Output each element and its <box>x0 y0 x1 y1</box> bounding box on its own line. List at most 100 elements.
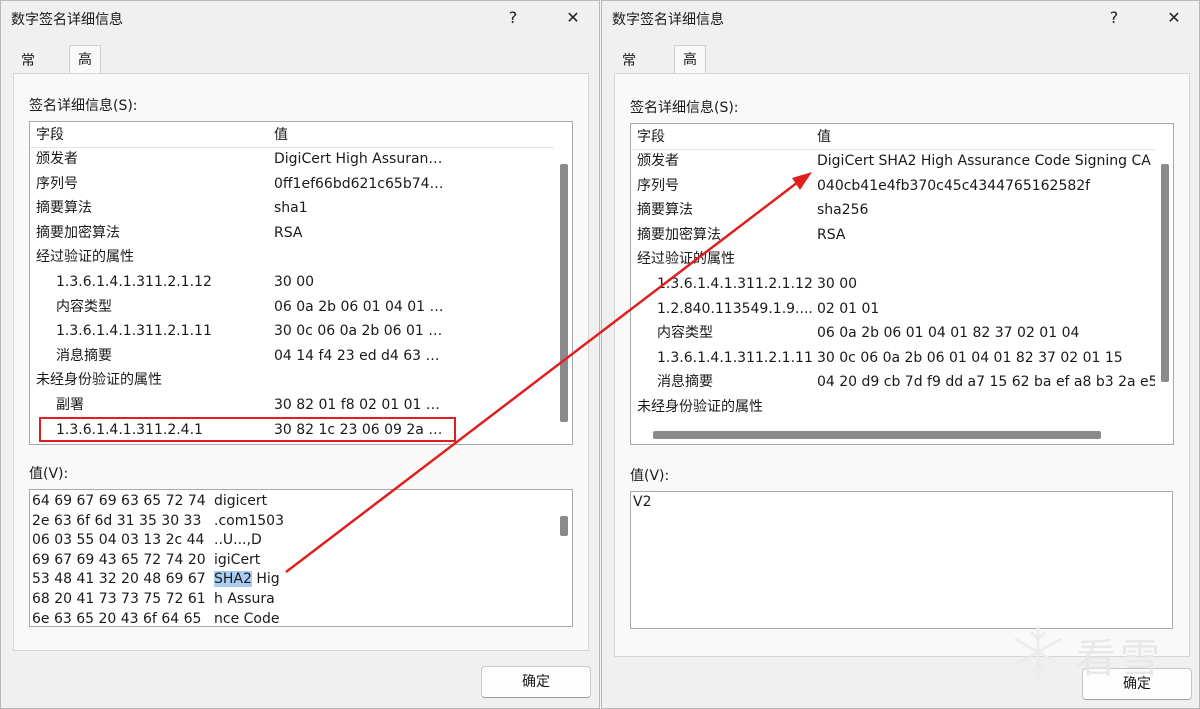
hex-line: 68 20 41 73 73 75 72 61 h Assura <box>32 589 532 609</box>
hex-bytes: 69 67 69 43 65 72 74 20 <box>32 551 206 568</box>
hex-bytes: 64 69 67 69 63 65 72 74 <box>32 493 206 509</box>
row-value: 0ff1ef66bd621c65b74… <box>274 175 444 192</box>
hex-line: 53 48 41 32 20 48 69 67 SHA2 Hig <box>32 569 532 589</box>
list-row[interactable]: 消息摘要 04 20 d9 cb 7d f9 dd a7 15 62 ba ef … <box>631 370 1155 394</box>
ok-button[interactable]: 确定 <box>481 666 591 698</box>
titlebar: 数字签名详细信息 ? ✕ <box>1 1 599 35</box>
tab-general[interactable]: 常规 <box>614 49 644 93</box>
list-row[interactable]: 1.3.6.1.4.1.311.2.1.11 30 0c 06 0a 2b 06 … <box>30 319 554 343</box>
signature-details-list[interactable]: 字段 值 颁发者 DigiCert High Assuran… 序列号 0ff1ef6… <box>29 121 573 445</box>
tab-advanced[interactable]: 高级 <box>69 45 101 96</box>
selected-text: SHA2 <box>214 571 252 588</box>
list-row[interactable]: 1.3.6.1.4.1.311.2.1.11 30 0c 06 0a 2b 06 … <box>631 346 1155 370</box>
list-row[interactable]: 未经身份验证的属性 <box>30 368 554 392</box>
hex-ascii: .com1503 <box>214 512 284 529</box>
row-field: 摘要加密算法 <box>36 224 120 241</box>
list-header: 字段 值 <box>631 125 1155 150</box>
list-row[interactable]: 序列号 0ff1ef66bd621c65b74… <box>30 172 554 196</box>
row-field: 颁发者 <box>36 151 78 167</box>
list-row[interactable]: 摘要加密算法 RSA <box>30 221 554 245</box>
list-row[interactable]: 摘要加密算法 RSA <box>631 223 1155 247</box>
vertical-scrollbar[interactable] <box>1155 124 1173 426</box>
list-row[interactable]: 1.2.840.113549.1.9.... 02 01 01 <box>631 297 1155 321</box>
list-row[interactable]: 经过验证的属性 <box>30 245 554 269</box>
column-header-value[interactable]: 值 <box>817 125 831 149</box>
list-row[interactable]: 摘要算法 sha1 <box>30 196 554 220</box>
dialog-title: 数字签名详细信息 <box>11 12 123 28</box>
list-row[interactable]: 1.3.6.1.4.1.311.2.1.12 30 00 <box>631 272 1155 296</box>
scrollbar-thumb[interactable] <box>560 516 568 536</box>
list-row[interactable]: 内容类型 06 0a 2b 06 01 04 01 82 37 02 01 04 <box>631 321 1155 345</box>
left-dialog: 数字签名详细信息 ? ✕ 常规 高级 签名详细信息(S): 字段 值 颁发者 Di… <box>0 0 600 709</box>
row-field: 摘要加密算法 <box>637 226 721 243</box>
row-value: 06 0a 2b 06 01 04 01 … <box>274 298 444 315</box>
scrollbar-thumb[interactable] <box>653 431 1101 439</box>
horizontal-scrollbar[interactable] <box>631 426 1173 444</box>
help-button[interactable]: ? <box>1098 5 1130 31</box>
hex-line: 2e 63 6f 6d 31 35 30 33 .com1503 <box>32 511 532 531</box>
hex-ascii: nce Code <box>214 610 280 627</box>
list-row[interactable]: 颁发者 DigiCert High Assuran… <box>30 147 554 171</box>
hex-bytes: 06 03 55 04 03 13 2c 44 <box>32 532 205 549</box>
row-value: DigiCert SHA2 High Assurance Code Signin… <box>817 153 1151 169</box>
row-field: 序列号 <box>637 177 679 194</box>
scrollbar-thumb[interactable] <box>1161 164 1169 382</box>
row-value: 04 14 f4 23 ed d4 63 … <box>274 347 440 364</box>
value-label: 值(V): <box>630 468 670 484</box>
row-value: RSA <box>817 226 846 243</box>
row-field: 1.3.6.1.4.1.311.2.1.11 <box>657 349 813 366</box>
value-label: 值(V): <box>29 466 69 482</box>
list-row[interactable]: 未经身份验证的属性 <box>631 395 1155 419</box>
list-row[interactable]: 序列号 040cb41e4fb370c45c4344765162582f <box>631 174 1155 198</box>
row-field: 1.3.6.1.4.1.311.2.1.12 <box>56 274 212 290</box>
tab-advanced[interactable]: 高级 <box>674 45 706 96</box>
row-field: 颁发者 <box>637 153 679 169</box>
row-field: 摘要算法 <box>36 200 92 217</box>
column-header-value[interactable]: 值 <box>274 123 288 147</box>
value-hex-box[interactable]: 64 69 67 69 63 65 72 74 digicert 2e 63 6f … <box>29 489 573 627</box>
list-row[interactable]: 消息摘要 04 14 f4 23 ed d4 63 … <box>30 344 554 368</box>
list-row[interactable]: 经过验证的属性 <box>631 247 1155 271</box>
watermark: 看雪 <box>1006 618 1186 688</box>
dialog-title: 数字签名详细信息 <box>612 12 724 28</box>
hex-bytes: 2e 63 6f 6d 31 35 30 33 <box>32 512 202 529</box>
list-row[interactable]: 副署 30 82 01 f8 02 01 01 … <box>30 393 554 417</box>
row-value: 040cb41e4fb370c45c4344765162582f <box>817 177 1091 194</box>
titlebar: 数字签名详细信息 ? ✕ <box>602 1 1199 35</box>
list-row[interactable]: 1.3.6.1.4.1.311.2.1.12 30 00 <box>30 270 554 294</box>
hex-ascii: h Assura <box>214 591 275 607</box>
row-value: sha256 <box>817 202 869 219</box>
help-button[interactable]: ? <box>497 5 529 31</box>
details-label: 签名详细信息(S): <box>29 98 138 114</box>
close-button[interactable]: ✕ <box>1158 5 1190 31</box>
tab-general[interactable]: 常规 <box>13 49 43 93</box>
list-header: 字段 值 <box>30 123 554 148</box>
highlight-box <box>39 417 456 442</box>
list-row[interactable]: 摘要算法 sha256 <box>631 198 1155 222</box>
hex-bytes: 68 20 41 73 73 75 72 61 <box>32 591 206 607</box>
row-value: sha1 <box>274 200 308 217</box>
signature-details-list[interactable]: 字段 值 颁发者 DigiCert SHA2 High Assurance Cod… <box>630 123 1174 445</box>
row-value: 02 01 01 <box>817 300 880 317</box>
column-header-field[interactable]: 字段 <box>637 125 665 149</box>
vertical-scrollbar[interactable] <box>554 122 572 444</box>
row-value: 06 0a 2b 06 01 04 01 82 37 02 01 04 <box>817 325 1080 342</box>
list-row[interactable]: 内容类型 06 0a 2b 06 01 04 01 … <box>30 295 554 319</box>
row-field: 序列号 <box>36 175 78 192</box>
snowflake-icon <box>1014 626 1062 678</box>
row-value: DigiCert High Assuran… <box>274 151 443 167</box>
row-field: 副署 <box>56 397 84 413</box>
row-field: 1.3.6.1.4.1.311.2.1.12 <box>657 276 813 292</box>
value-box[interactable]: V2 <box>630 491 1173 629</box>
column-header-field[interactable]: 字段 <box>36 123 64 147</box>
row-field: 未经身份验证的属性 <box>637 399 763 415</box>
list-row[interactable]: 颁发者 DigiCert SHA2 High Assurance Code Sig… <box>631 149 1155 173</box>
hex-ascii: igiCert <box>214 551 261 568</box>
right-dialog: 数字签名详细信息 ? ✕ 常规 高级 签名详细信息(S): 字段 值 颁发者 Di… <box>601 0 1200 709</box>
row-field: 摘要算法 <box>637 202 693 219</box>
ascii-rest: Hig <box>251 571 280 588</box>
hex-bytes: 53 48 41 32 20 48 69 67 <box>32 571 206 588</box>
scrollbar-thumb[interactable] <box>560 164 568 422</box>
vertical-scrollbar[interactable] <box>554 490 572 626</box>
close-button[interactable]: ✕ <box>557 5 589 31</box>
